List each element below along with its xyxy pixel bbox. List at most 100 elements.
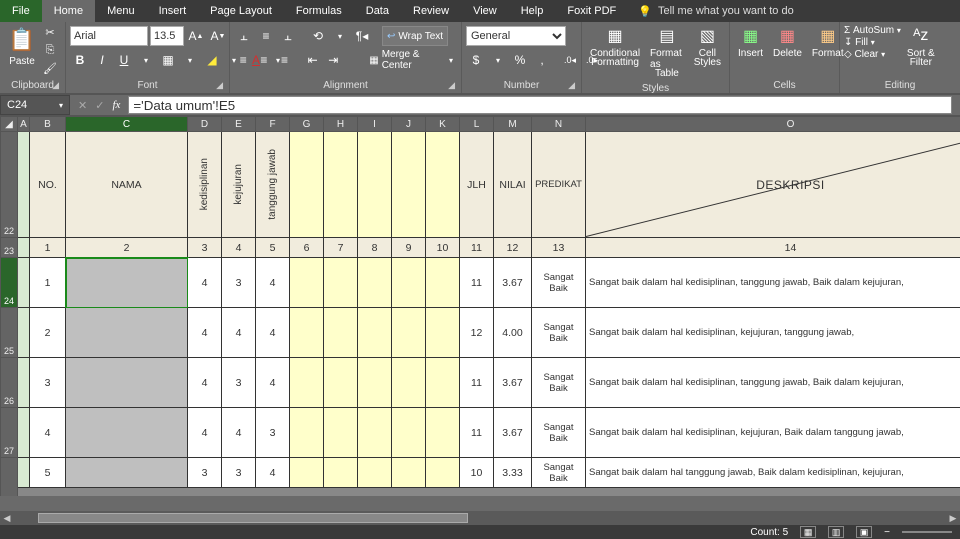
cell[interactable] xyxy=(18,458,30,488)
row-header-26[interactable]: 26 xyxy=(0,358,18,408)
scrollbar-thumb[interactable] xyxy=(38,513,468,523)
font-name-select[interactable] xyxy=(70,26,148,46)
row-header-28[interactable] xyxy=(0,458,18,496)
cell-predikat[interactable]: SangatBaik xyxy=(532,458,586,488)
cell-val[interactable]: 3 xyxy=(222,358,256,408)
cell-predikat[interactable]: SangatBaik xyxy=(532,308,586,358)
header-tanggung-jawab[interactable]: tanggung jawab xyxy=(256,132,290,238)
row-header-25[interactable]: 25 xyxy=(0,308,18,358)
cell[interactable] xyxy=(290,358,324,408)
underline-menu-icon[interactable]: ▾ xyxy=(136,50,156,70)
align-bottom-button[interactable]: ⫠ xyxy=(278,26,298,46)
col-J[interactable]: J xyxy=(392,116,426,132)
cell-predikat[interactable]: SangatBaik xyxy=(532,408,586,458)
format-painter-button[interactable]: 🖌 xyxy=(42,60,58,76)
header-kedisiplinan[interactable]: kedisiplinan xyxy=(188,132,222,238)
increase-indent-button[interactable]: ⇥ xyxy=(324,50,343,70)
row-header-24[interactable]: 24 xyxy=(0,258,18,308)
num-cell[interactable]: 2 xyxy=(66,238,188,258)
cell-nama[interactable] xyxy=(66,458,188,488)
cell[interactable] xyxy=(290,258,324,308)
cell-val[interactable]: 4 xyxy=(222,308,256,358)
cell[interactable] xyxy=(358,408,392,458)
name-box-dropdown-icon[interactable]: ▾ xyxy=(59,101,63,110)
cell-val[interactable]: 3 xyxy=(222,458,256,488)
cell-val[interactable]: 4 xyxy=(188,408,222,458)
percent-button[interactable]: % xyxy=(510,50,530,70)
tab-review[interactable]: Review xyxy=(401,0,461,22)
cell[interactable] xyxy=(290,132,324,238)
orientation-menu-icon[interactable]: ▾ xyxy=(330,26,350,46)
row-header-22[interactable]: 22 xyxy=(0,132,18,238)
cell-jlh[interactable]: 11 xyxy=(460,258,494,308)
view-page-break-button[interactable]: ▣ xyxy=(856,526,872,538)
cell-nama[interactable] xyxy=(66,408,188,458)
cell[interactable] xyxy=(290,308,324,358)
align-right-button[interactable]: ≡ xyxy=(275,50,294,70)
spreadsheet-grid[interactable]: ◢ A B C D E F G H I J K L M N O 22 23 24… xyxy=(0,116,960,132)
cell-predikat[interactable]: SangatBaik xyxy=(532,258,586,308)
cell-nilai[interactable]: 4.00 xyxy=(494,308,532,358)
col-M[interactable]: M xyxy=(494,116,532,132)
decrease-indent-button[interactable]: ⇤ xyxy=(303,50,322,70)
cell-val[interactable]: 4 xyxy=(222,408,256,458)
num-cell[interactable]: 4 xyxy=(222,238,256,258)
fill-button[interactable]: ↧ Fill ▾ xyxy=(844,37,901,48)
num-cell[interactable]: 8 xyxy=(358,238,392,258)
align-top-button[interactable]: ⫠ xyxy=(234,26,254,46)
increase-decimal-button[interactable]: .0◂ xyxy=(560,50,580,70)
cell-no[interactable]: 3 xyxy=(30,358,66,408)
row-header-27[interactable]: 27 xyxy=(0,408,18,458)
header-deskripsi[interactable]: DESKRIPSI xyxy=(586,132,960,238)
col-O[interactable]: O xyxy=(586,116,960,132)
cell[interactable] xyxy=(426,358,460,408)
cell-val[interactable]: 3 xyxy=(188,458,222,488)
currency-button[interactable]: $ xyxy=(466,50,486,70)
header-nilai[interactable]: NILAI xyxy=(494,132,532,238)
header-nama[interactable]: NAMA xyxy=(66,132,188,238)
cell-no[interactable]: 4 xyxy=(30,408,66,458)
tab-data[interactable]: Data xyxy=(354,0,401,22)
align-middle-button[interactable]: ≡ xyxy=(256,26,276,46)
tab-formulas[interactable]: Formulas xyxy=(284,0,354,22)
cell[interactable] xyxy=(392,408,426,458)
increase-font-button[interactable]: A▲ xyxy=(186,26,206,46)
num-cell[interactable]: 5 xyxy=(256,238,290,258)
cell-nilai[interactable]: 3.67 xyxy=(494,258,532,308)
cell[interactable] xyxy=(392,308,426,358)
cell[interactable] xyxy=(358,258,392,308)
cell-nilai[interactable]: 3.67 xyxy=(494,408,532,458)
cell[interactable] xyxy=(358,358,392,408)
cell[interactable] xyxy=(324,308,358,358)
header-no[interactable]: NO. xyxy=(30,132,66,238)
cell[interactable] xyxy=(426,258,460,308)
view-normal-button[interactable]: ▦ xyxy=(800,526,816,538)
column-headers[interactable]: ◢ A B C D E F G H I J K L M N O xyxy=(0,116,960,132)
cell[interactable] xyxy=(426,458,460,488)
col-N[interactable]: N xyxy=(532,116,586,132)
num-cell[interactable]: 12 xyxy=(494,238,532,258)
num-cell[interactable]: 6 xyxy=(290,238,324,258)
header-predikat[interactable]: PREDIKAT xyxy=(532,132,586,238)
align-center-button[interactable]: ≡ xyxy=(255,50,274,70)
cell[interactable] xyxy=(392,458,426,488)
col-H[interactable]: H xyxy=(324,116,358,132)
cell[interactable] xyxy=(426,408,460,458)
tab-help[interactable]: Help xyxy=(509,0,556,22)
cell-jlh[interactable]: 12 xyxy=(460,308,494,358)
num-cell[interactable]: 7 xyxy=(324,238,358,258)
cut-button[interactable]: ✂ xyxy=(42,24,58,40)
currency-menu-icon[interactable]: ▾ xyxy=(488,50,508,70)
border-menu-icon[interactable]: ▾ xyxy=(180,50,200,70)
merge-center-button[interactable]: ▦Merge & Center ▾ xyxy=(365,50,457,70)
num-cell[interactable]: 1 xyxy=(30,238,66,258)
ltr-button[interactable]: ¶◂ xyxy=(352,26,372,46)
col-A[interactable]: A xyxy=(18,116,30,132)
decrease-font-button[interactable]: A▼ xyxy=(208,26,228,46)
col-C[interactable]: C xyxy=(66,116,188,132)
cell[interactable] xyxy=(426,132,460,238)
cell[interactable] xyxy=(18,308,30,358)
wrap-text-button[interactable]: ↩Wrap Text xyxy=(382,26,448,46)
underline-button[interactable]: U xyxy=(114,50,134,70)
format-as-table-button[interactable]: ▤ Format as Table xyxy=(646,24,688,81)
